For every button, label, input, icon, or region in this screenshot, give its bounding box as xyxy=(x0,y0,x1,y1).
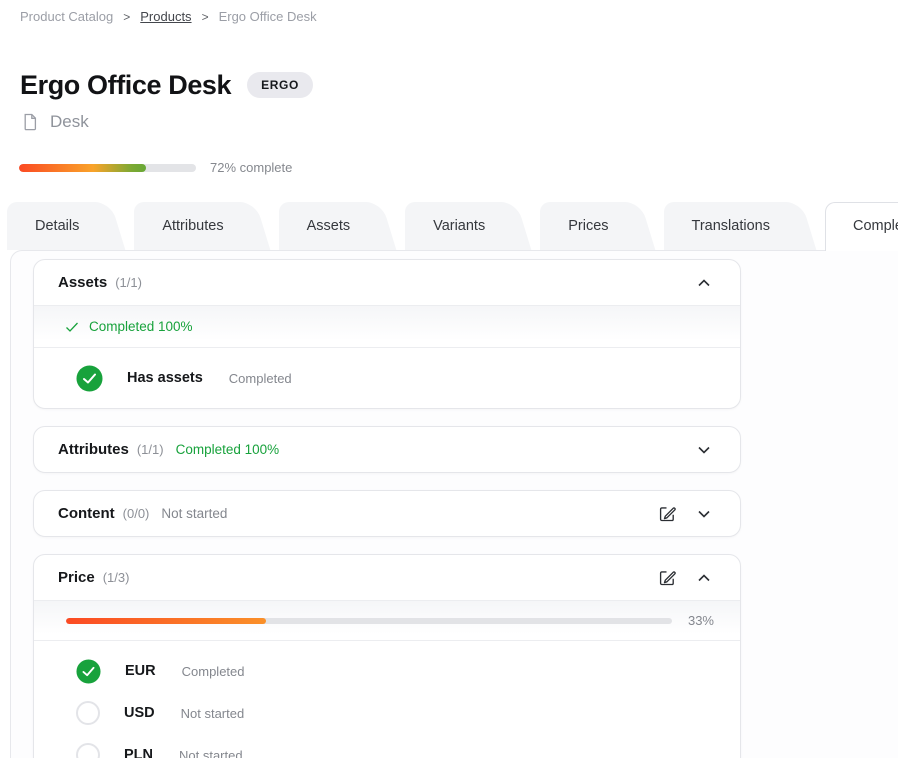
breadcrumb-current-page: Ergo Office Desk xyxy=(219,9,317,24)
section-summary-label: Completed 100% xyxy=(89,319,193,334)
empty-circle-icon xyxy=(76,701,100,725)
section-price-progress-row: 33% xyxy=(34,600,740,641)
section-status: Completed 100% xyxy=(176,442,280,457)
section-price-header[interactable]: Price (1/3) xyxy=(34,555,740,600)
tab-prices[interactable]: Prices xyxy=(540,202,654,250)
edit-icon[interactable] xyxy=(657,504,677,524)
section-count: (1/1) xyxy=(137,442,164,457)
completeness-panel: Assets (1/1) Completed 100% xyxy=(10,250,898,758)
requirement-label: Has assets xyxy=(127,370,203,386)
edit-icon[interactable] xyxy=(657,568,677,588)
section-status: Not started xyxy=(161,506,227,521)
tab-attributes[interactable]: Attributes xyxy=(134,202,269,250)
section-count: (1/3) xyxy=(103,570,130,585)
section-count: (1/1) xyxy=(115,275,142,290)
sku-badge: ERGO xyxy=(247,72,313,98)
breadcrumb-separator: > xyxy=(123,10,130,24)
overall-completeness: 72% complete xyxy=(0,160,898,175)
tab-details-label: Details xyxy=(7,202,125,250)
price-progress-bar xyxy=(66,618,672,624)
section-assets-header[interactable]: Assets (1/1) xyxy=(34,260,740,305)
tab-completeness[interactable]: Completeness xyxy=(825,202,898,250)
product-header: Ergo Office Desk ERGO xyxy=(0,70,898,100)
overall-progress-label: 72% complete xyxy=(210,160,292,175)
price-progress-fill xyxy=(66,618,266,624)
section-assets-items: Has assets Completed xyxy=(34,347,740,408)
currency-label: PLN xyxy=(124,747,153,758)
chevron-down-icon[interactable] xyxy=(694,440,714,460)
tab-details[interactable]: Details xyxy=(7,202,125,250)
currency-row-pln: PLN Not started xyxy=(34,734,740,758)
check-circle-icon xyxy=(76,365,103,392)
tab-attributes-label: Attributes xyxy=(134,202,269,250)
chevron-down-icon[interactable] xyxy=(694,504,714,524)
tab-assets[interactable]: Assets xyxy=(279,202,397,250)
tab-assets-label: Assets xyxy=(279,202,397,250)
top-bar: Product Catalog > Products > Ergo Office… xyxy=(0,0,898,24)
section-content-header[interactable]: Content (0/0) Not started xyxy=(34,491,740,536)
section-count: (0/0) xyxy=(123,506,150,521)
section-title: Content xyxy=(58,505,115,522)
section-title: Assets xyxy=(58,274,107,291)
section-title: Price xyxy=(58,569,95,586)
tab-completeness-label: Completeness xyxy=(825,202,898,250)
tab-variants-label: Variants xyxy=(405,202,531,250)
section-assets-summary: Completed 100% xyxy=(34,305,740,347)
currency-label: EUR xyxy=(125,663,156,679)
currency-row-eur: EUR Completed xyxy=(34,650,740,692)
section-attributes: Attributes (1/1) Completed 100% xyxy=(33,426,741,473)
product-type-label: Desk xyxy=(50,112,89,132)
product-type-row: Desk xyxy=(0,112,898,132)
empty-circle-icon xyxy=(76,743,100,758)
tab-prices-label: Prices xyxy=(540,202,654,250)
check-circle-icon xyxy=(76,659,101,684)
currency-row-usd: USD Not started xyxy=(34,692,740,734)
document-icon xyxy=(20,112,40,132)
currency-label: USD xyxy=(124,705,155,721)
section-assets: Assets (1/1) Completed 100% xyxy=(33,259,741,409)
price-progress-label: 33% xyxy=(686,613,714,628)
section-attributes-header[interactable]: Attributes (1/1) Completed 100% xyxy=(34,427,740,472)
chevron-up-icon[interactable] xyxy=(694,568,714,588)
currency-status: Completed xyxy=(182,664,245,679)
tab-translations-label: Translations xyxy=(664,202,816,250)
currency-status: Not started xyxy=(179,748,243,758)
breadcrumb: Product Catalog > Products > Ergo Office… xyxy=(20,9,878,24)
breadcrumb-products-link[interactable]: Products xyxy=(140,9,191,24)
section-price: Price (1/3) 33% xyxy=(33,554,741,758)
overall-progress-fill xyxy=(19,164,146,172)
tab-translations[interactable]: Translations xyxy=(664,202,816,250)
requirement-status: Completed xyxy=(229,371,292,386)
tab-strip: Details Attributes Assets Variants Price… xyxy=(0,202,898,250)
currency-status: Not started xyxy=(181,706,245,721)
breadcrumb-product-catalog[interactable]: Product Catalog xyxy=(20,9,113,24)
section-content: Content (0/0) Not started xyxy=(33,490,741,537)
section-price-items: EUR Completed USD Not started PLN Not st… xyxy=(34,641,740,758)
check-icon xyxy=(64,319,80,335)
requirement-row-has-assets: Has assets Completed xyxy=(34,357,740,399)
tab-variants[interactable]: Variants xyxy=(405,202,531,250)
overall-progress-bar xyxy=(19,164,196,172)
page-title: Ergo Office Desk xyxy=(20,70,231,100)
chevron-up-icon[interactable] xyxy=(694,273,714,293)
section-title: Attributes xyxy=(58,441,129,458)
breadcrumb-separator: > xyxy=(202,10,209,24)
